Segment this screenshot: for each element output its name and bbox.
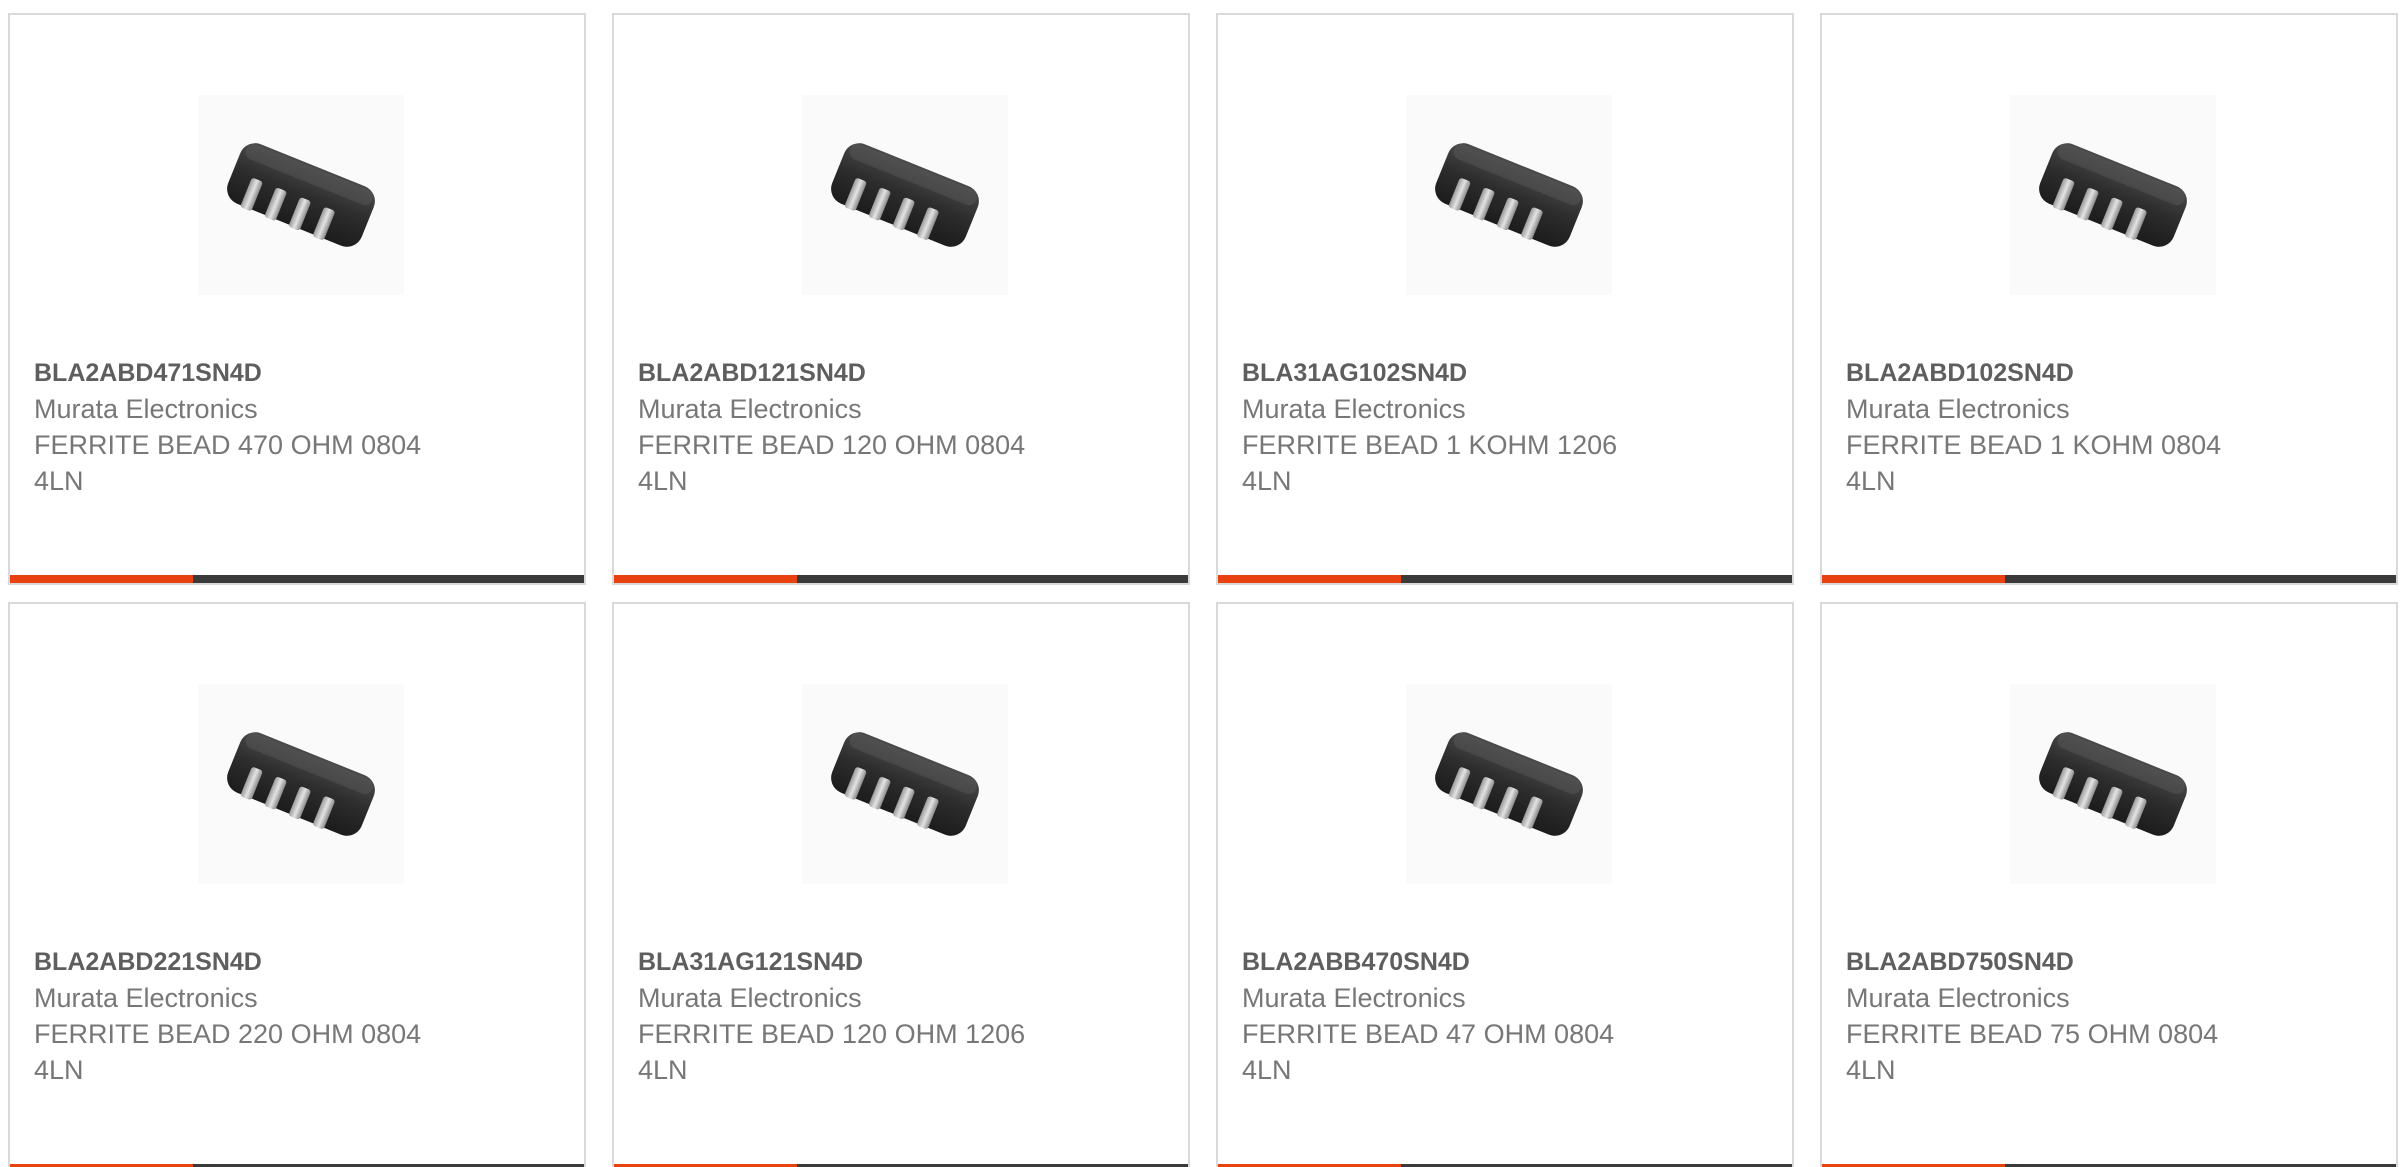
- chip-ferrite-bead-array-icon[interactable]: [802, 95, 1008, 295]
- description: FERRITE BEAD 75 OHM 0804 4LN: [1846, 1019, 2219, 1085]
- description: FERRITE BEAD 1 KOHM 0804 4LN: [1846, 430, 2222, 496]
- card-bottom-bar: [10, 575, 584, 583]
- product-info: BLA31AG121SN4D Murata Electronics FERRIT…: [638, 944, 1164, 1088]
- product-card[interactable]: BLA2ABD471SN4D Murata Electronics FERRIT…: [8, 13, 586, 585]
- chip-ferrite-bead-array-icon[interactable]: [198, 95, 404, 295]
- product-card[interactable]: BLA2ABD102SN4D Murata Electronics FERRIT…: [1820, 13, 2398, 585]
- product-card[interactable]: BLA31AG102SN4D Murata Electronics FERRIT…: [1216, 13, 1794, 585]
- card-bottom-bar: [1822, 575, 2396, 583]
- chip-ferrite-bead-array-icon[interactable]: [1406, 95, 1612, 295]
- part-number[interactable]: BLA2ABD221SN4D: [34, 944, 560, 980]
- product-card[interactable]: BLA2ABD750SN4D Murata Electronics FERRIT…: [1820, 602, 2398, 1167]
- product-info: BLA2ABD121SN4D Murata Electronics FERRIT…: [638, 355, 1164, 499]
- manufacturer: Murata Electronics: [1846, 394, 2070, 424]
- product-card[interactable]: BLA2ABB470SN4D Murata Electronics FERRIT…: [1216, 602, 1794, 1167]
- product-grid: BLA2ABD471SN4D Murata Electronics FERRIT…: [0, 0, 2400, 1167]
- card-accent-bar: [10, 575, 193, 583]
- part-number[interactable]: BLA2ABD750SN4D: [1846, 944, 2372, 980]
- product-info: BLA2ABB470SN4D Murata Electronics FERRIT…: [1242, 944, 1768, 1088]
- product-info: BLA31AG102SN4D Murata Electronics FERRIT…: [1242, 355, 1768, 499]
- product-card[interactable]: BLA31AG121SN4D Murata Electronics FERRIT…: [612, 602, 1190, 1167]
- description: FERRITE BEAD 1 KOHM 1206 4LN: [1242, 430, 1618, 496]
- description: FERRITE BEAD 470 OHM 0804 4LN: [34, 430, 422, 496]
- chip-ferrite-bead-array-icon[interactable]: [2010, 684, 2216, 884]
- manufacturer: Murata Electronics: [1242, 983, 1466, 1013]
- manufacturer: Murata Electronics: [1242, 394, 1466, 424]
- description: FERRITE BEAD 120 OHM 0804 4LN: [638, 430, 1026, 496]
- part-number[interactable]: BLA2ABB470SN4D: [1242, 944, 1768, 980]
- part-number[interactable]: BLA2ABD121SN4D: [638, 355, 1164, 391]
- description: FERRITE BEAD 47 OHM 0804 4LN: [1242, 1019, 1615, 1085]
- chip-ferrite-bead-array-icon[interactable]: [802, 684, 1008, 884]
- card-accent-bar: [1822, 575, 2005, 583]
- chip-ferrite-bead-array-icon[interactable]: [1406, 684, 1612, 884]
- manufacturer: Murata Electronics: [638, 983, 862, 1013]
- card-accent-bar: [1218, 575, 1401, 583]
- chip-ferrite-bead-array-icon[interactable]: [2010, 95, 2216, 295]
- product-info: BLA2ABD750SN4D Murata Electronics FERRIT…: [1846, 944, 2372, 1088]
- product-info: BLA2ABD102SN4D Murata Electronics FERRIT…: [1846, 355, 2372, 499]
- manufacturer: Murata Electronics: [34, 394, 258, 424]
- manufacturer: Murata Electronics: [34, 983, 258, 1013]
- chip-ferrite-bead-array-icon[interactable]: [198, 684, 404, 884]
- part-number[interactable]: BLA2ABD102SN4D: [1846, 355, 2372, 391]
- part-number[interactable]: BLA31AG102SN4D: [1242, 355, 1768, 391]
- product-card[interactable]: BLA2ABD221SN4D Murata Electronics FERRIT…: [8, 602, 586, 1167]
- part-number[interactable]: BLA31AG121SN4D: [638, 944, 1164, 980]
- product-info: BLA2ABD221SN4D Murata Electronics FERRIT…: [34, 944, 560, 1088]
- part-number[interactable]: BLA2ABD471SN4D: [34, 355, 560, 391]
- manufacturer: Murata Electronics: [1846, 983, 2070, 1013]
- card-accent-bar: [614, 575, 797, 583]
- description: FERRITE BEAD 220 OHM 0804 4LN: [34, 1019, 422, 1085]
- product-card[interactable]: BLA2ABD121SN4D Murata Electronics FERRIT…: [612, 13, 1190, 585]
- card-bottom-bar: [614, 575, 1188, 583]
- description: FERRITE BEAD 120 OHM 1206 4LN: [638, 1019, 1026, 1085]
- product-info: BLA2ABD471SN4D Murata Electronics FERRIT…: [34, 355, 560, 499]
- manufacturer: Murata Electronics: [638, 394, 862, 424]
- card-bottom-bar: [1218, 575, 1792, 583]
